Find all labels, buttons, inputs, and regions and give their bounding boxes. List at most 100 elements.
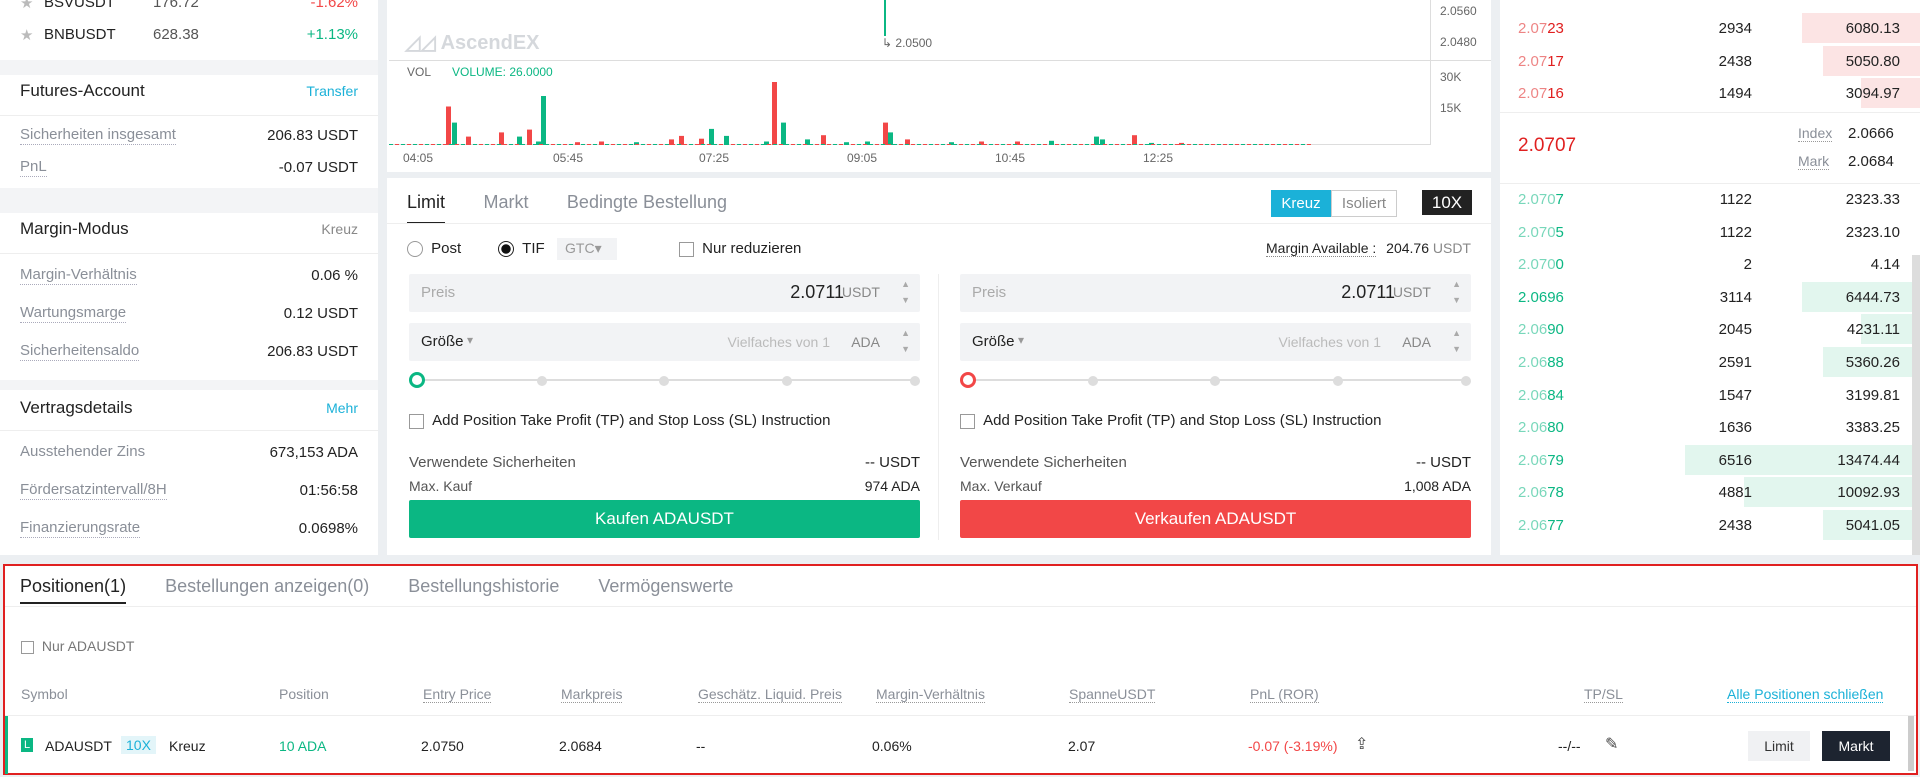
star-icon[interactable]: ★ — [20, 26, 33, 44]
stepper-icon[interactable]: ▲ ▼ — [901, 276, 910, 308]
tab-limit[interactable]: Limit — [407, 192, 446, 224]
tab-order-history[interactable]: Bestellungshistorie — [408, 576, 559, 596]
reduce-only-checkbox[interactable] — [679, 241, 694, 257]
stepper-icon[interactable]: ▲ ▼ — [1452, 325, 1461, 357]
bid-row[interactable]: 2.0688 2591 5360.26 — [1500, 346, 1920, 378]
stat-value: 673,153 ADA — [269, 443, 358, 461]
stepper-icon[interactable]: ▲ ▼ — [1452, 276, 1461, 308]
tab-market[interactable]: Markt — [483, 192, 528, 212]
book-total: 3094.97 — [1845, 85, 1900, 103]
tab-positions[interactable]: Positionen(1) — [20, 576, 127, 604]
margin-mode-value: Kreuz — [321, 221, 358, 237]
tpsl-checkbox[interactable] — [960, 413, 975, 429]
tif-radio[interactable] — [498, 241, 514, 258]
filter-checkbox[interactable] — [21, 640, 34, 654]
slider-step[interactable] — [659, 376, 669, 386]
sell-price-input[interactable]: Preis 2.0711 USDT ▲ ▼ — [960, 274, 1471, 312]
scrollbar[interactable] — [1908, 716, 1914, 771]
close-limit-button[interactable]: Limit — [1748, 731, 1810, 761]
edit-icon[interactable]: ✎ — [1605, 734, 1618, 754]
bid-row[interactable]: 2.0684 1547 3199.81 — [1500, 379, 1920, 411]
buy-size-slider[interactable] — [409, 370, 920, 390]
bid-row[interactable]: 2.0677 2438 5041.05 — [1500, 509, 1920, 541]
bid-row[interactable]: 2.0707 1122 2323.33 — [1500, 183, 1920, 215]
close-all-positions-link[interactable]: Alle Positionen schließen — [1727, 686, 1884, 703]
slider-step[interactable] — [1333, 376, 1343, 386]
book-total: 3383.25 — [1845, 419, 1900, 437]
time-tick: 12:25 — [1143, 151, 1174, 165]
bid-row[interactable]: 2.0700 2 4.14 — [1500, 248, 1920, 280]
sell-button[interactable]: Verkaufen ADAUSDT — [960, 500, 1471, 538]
buy-price-input[interactable]: Preis 2.0711 USDT ▲ ▼ — [409, 274, 920, 312]
volume-tick-mark — [1253, 144, 1257, 145]
price-chart[interactable]: ↳ 2.0500 ◿◿ AscendEX 2.0560 2.0480 VOL V… — [387, 0, 1491, 172]
isolated-mode-button[interactable]: Isoliert — [1331, 190, 1397, 217]
price-placeholder: Preis — [421, 284, 456, 301]
tif-option[interactable]: TIF — [498, 240, 545, 258]
slider-step[interactable] — [537, 376, 547, 386]
post-radio[interactable] — [407, 241, 423, 258]
margin-available-unit: USDT — [1432, 240, 1471, 256]
watchlist-row[interactable]: ★ BSVUSDT 176.72 -1.62% — [20, 0, 358, 14]
volume-tick-mark — [1217, 144, 1221, 145]
volume-tick-mark — [479, 144, 483, 145]
stat-label: Ausstehender Zins — [20, 443, 146, 460]
buy-tpsl-option[interactable]: Add Position Take Profit (TP) and Stop L… — [409, 412, 830, 429]
share-icon[interactable]: ⇪ — [1355, 734, 1368, 754]
post-option[interactable]: Post — [407, 240, 461, 258]
bid-row[interactable]: 2.0696 3114 6444.73 — [1500, 281, 1920, 313]
bid-row[interactable]: 2.0680 1636 3383.25 — [1500, 411, 1920, 443]
ask-row[interactable]: 2.0716 1494 3094.97 — [1500, 77, 1920, 109]
stepper-icon[interactable]: ▲ ▼ — [901, 325, 910, 357]
tpsl-checkbox[interactable] — [409, 413, 424, 429]
ask-row[interactable]: 2.0717 2438 5050.80 — [1500, 45, 1920, 77]
gtc-select[interactable]: GTC▾ — [557, 238, 617, 260]
volume-tick-mark — [719, 144, 723, 145]
tab-conditional[interactable]: Bedingte Bestellung — [567, 192, 727, 212]
position-row[interactable]: L ADAUSDT 10X Kreuz 10 ADA 2.0750 2.0684… — [5, 716, 1916, 774]
ask-row[interactable]: 2.0723 2934 6080.13 — [1500, 12, 1920, 44]
slider-step[interactable] — [1461, 376, 1471, 386]
bid-row[interactable]: 2.0690 2045 4231.11 — [1500, 313, 1920, 345]
reduce-only-option[interactable]: Nur reduzieren — [679, 240, 801, 257]
star-icon[interactable]: ★ — [20, 0, 33, 12]
sell-tpsl-option[interactable]: Add Position Take Profit (TP) and Stop L… — [960, 412, 1381, 429]
tab-assets[interactable]: Vermögenswerte — [598, 576, 733, 596]
price-value: 2.0711 — [1341, 282, 1395, 302]
watchlist-row[interactable]: ★ BNBUSDT 628.38 +1.13% — [20, 26, 358, 48]
volume-bar — [452, 122, 457, 145]
only-adausdt-filter[interactable]: Nur ADAUSDT — [21, 638, 134, 654]
more-link[interactable]: Mehr — [326, 400, 358, 416]
slider-step[interactable] — [782, 376, 792, 386]
slider-step[interactable] — [910, 376, 920, 386]
sell-size-input[interactable]: Größe ▾ Vielfaches von 1 ADA ▲ ▼ — [960, 323, 1471, 361]
bid-row[interactable]: 2.0679 6516 13474.44 — [1500, 444, 1920, 476]
transfer-link[interactable]: Transfer — [306, 83, 358, 99]
scrollbar[interactable] — [1912, 255, 1920, 555]
close-market-button[interactable]: Markt — [1822, 731, 1890, 761]
buy-size-input[interactable]: Größe ▾ Vielfaches von 1 ADA ▲ ▼ — [409, 323, 920, 361]
buy-button[interactable]: Kaufen ADAUSDT — [409, 500, 920, 538]
volume-tick-mark — [635, 144, 639, 145]
slider-step[interactable] — [1210, 376, 1220, 386]
bid-row[interactable]: 2.0678 4881 10092.93 — [1500, 476, 1920, 508]
volume-tick-mark — [551, 144, 555, 145]
stat-value: 0.12 USDT — [283, 304, 358, 322]
bid-row[interactable]: 2.0705 1122 2323.10 — [1500, 216, 1920, 248]
volume-tick-mark — [815, 144, 819, 145]
volume-tick-mark — [575, 144, 579, 145]
slider-handle[interactable] — [960, 372, 976, 388]
leverage-button[interactable]: 10X — [1422, 190, 1472, 215]
volume-tick-mark — [1025, 144, 1029, 145]
volume-tick-mark — [1031, 144, 1035, 145]
time-tick: 09:05 — [847, 151, 878, 165]
book-quantity: 1494 — [1718, 85, 1752, 103]
volume-tick-mark — [1121, 144, 1125, 145]
volume-tick-mark — [389, 144, 393, 145]
tab-open-orders[interactable]: Bestellungen anzeigen(0) — [165, 576, 369, 596]
sell-size-slider[interactable] — [960, 370, 1471, 390]
slider-step[interactable] — [1088, 376, 1098, 386]
slider-handle[interactable] — [409, 372, 425, 388]
caret-down-icon: ▾ — [594, 240, 602, 256]
cross-mode-button[interactable]: Kreuz — [1271, 190, 1331, 217]
